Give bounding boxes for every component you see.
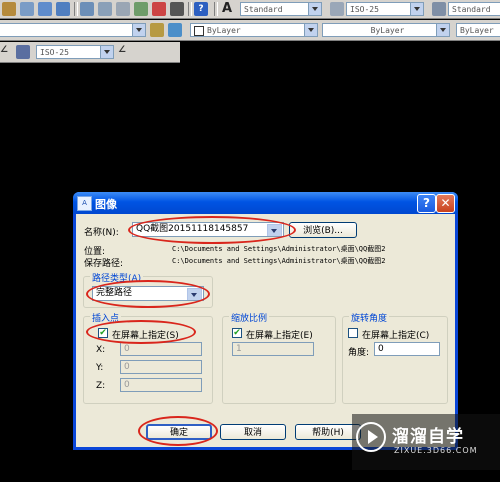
table-style-icon bbox=[432, 2, 446, 16]
scale-specify-label: 在屏幕上指定(E) bbox=[246, 331, 313, 341]
rotation-title: 旋转角度 bbox=[349, 311, 390, 324]
insertion-point-title: 插入点 bbox=[90, 311, 122, 324]
table-style-select[interactable]: Standard bbox=[448, 2, 500, 16]
path-type-title: 路径类型(A) bbox=[90, 271, 144, 284]
make-layer-current-icon[interactable] bbox=[150, 23, 164, 37]
x-label: X: bbox=[96, 345, 106, 355]
z-label: Z: bbox=[96, 381, 106, 391]
toolbar-separator bbox=[74, 2, 78, 16]
text-style-value: Standard bbox=[244, 5, 283, 14]
lineweight-value: ByLayer bbox=[460, 26, 494, 35]
linetype-select[interactable]: ByLayer bbox=[322, 23, 450, 37]
layer-previous-icon[interactable] bbox=[168, 23, 182, 37]
scale-specify-checkbox[interactable]: ✔ bbox=[232, 328, 242, 338]
cancel-button[interactable]: 取消 bbox=[220, 424, 286, 440]
watermark-name: 溜溜自学 bbox=[392, 427, 464, 447]
color-swatch bbox=[194, 25, 204, 36]
z-input[interactable]: 0 bbox=[120, 378, 202, 392]
zoom-window-icon[interactable] bbox=[38, 2, 52, 16]
name-value: QQ截图20151118145857 bbox=[136, 224, 249, 234]
angle-input[interactable]: 0 bbox=[374, 342, 440, 356]
scale-title: 缩放比例 bbox=[229, 311, 270, 324]
table-style-value: Standard bbox=[452, 5, 491, 14]
zoom-realtime-icon[interactable] bbox=[20, 2, 34, 16]
toolbar-separator bbox=[214, 2, 218, 16]
name-select[interactable]: QQ截图20151118145857 bbox=[132, 222, 284, 237]
title-close-button[interactable]: ✕ bbox=[436, 194, 455, 213]
image-dialog: A 图像 ? ✕ 名称(N): QQ截图20151118145857 浏览(B)… bbox=[73, 192, 458, 450]
saved-path-value: C:\Documents and Settings\Administrator\… bbox=[172, 257, 386, 265]
dimension-toolbar: ∠ ISO-25 ∠ bbox=[0, 42, 180, 63]
help-icon[interactable]: ? bbox=[194, 2, 208, 16]
x-input[interactable]: 0 bbox=[120, 342, 202, 356]
location-value: C:\Documents and Settings\Administrator\… bbox=[172, 245, 386, 253]
play-logo-icon bbox=[356, 422, 386, 452]
dim-style-value: ISO-25 bbox=[350, 5, 379, 14]
dim-style-icon bbox=[330, 2, 344, 16]
toolbar-separator bbox=[188, 2, 192, 16]
calculator-icon[interactable] bbox=[170, 2, 184, 16]
title-help-button[interactable]: ? bbox=[417, 194, 436, 213]
site-watermark: 溜溜自学 ZIXUE.3D66.COM bbox=[352, 414, 500, 470]
y-label: Y: bbox=[96, 363, 104, 373]
dim-style-manager-icon[interactable]: ∠ bbox=[118, 45, 132, 59]
rotation-specify-checkbox[interactable] bbox=[348, 328, 358, 338]
saved-path-label: 保存路径: bbox=[84, 259, 124, 269]
path-type-select[interactable]: 完整路径 bbox=[92, 286, 204, 301]
rotation-specify-label: 在屏幕上指定(C) bbox=[362, 331, 430, 341]
text-style-icon: A bbox=[222, 1, 233, 16]
browse-button[interactable]: 浏览(B)... bbox=[289, 222, 357, 238]
linetype-value: ByLayer bbox=[370, 26, 405, 35]
color-value: ByLayer bbox=[207, 26, 241, 35]
insertion-specify-label: 在屏幕上指定(S) bbox=[112, 331, 179, 341]
autocad-app-icon: A bbox=[77, 196, 92, 211]
ok-button[interactable]: 确定 bbox=[146, 424, 212, 440]
dim-style-select-2[interactable]: ISO-25 bbox=[36, 45, 114, 59]
markup-icon[interactable] bbox=[152, 2, 166, 16]
sheet-set-icon[interactable] bbox=[134, 2, 148, 16]
dim-style-select[interactable]: ISO-25 bbox=[346, 2, 424, 16]
match-properties-icon[interactable] bbox=[2, 2, 16, 16]
insertion-specify-checkbox[interactable]: ✔ bbox=[98, 328, 108, 338]
tool-palettes-icon[interactable] bbox=[116, 2, 130, 16]
lineweight-select[interactable]: ByLayer bbox=[456, 23, 500, 37]
dimension-icon[interactable]: ∠ bbox=[0, 45, 14, 59]
design-center-icon[interactable] bbox=[98, 2, 112, 16]
name-label: 名称(N): bbox=[84, 228, 119, 238]
dialog-titlebar[interactable]: A 图像 ? ✕ bbox=[73, 192, 458, 214]
angle-label: 角度: bbox=[348, 348, 370, 358]
y-input[interactable]: 0 bbox=[120, 360, 202, 374]
dim-style-value-2: ISO-25 bbox=[40, 48, 69, 57]
properties-icon[interactable] bbox=[80, 2, 94, 16]
watermark-url: ZIXUE.3D66.COM bbox=[394, 446, 478, 455]
scale-input[interactable]: 1 bbox=[232, 342, 314, 356]
zoom-previous-icon[interactable] bbox=[56, 2, 70, 16]
color-select[interactable]: ByLayer bbox=[190, 23, 318, 37]
text-style-select[interactable]: Standard bbox=[240, 2, 322, 16]
path-type-value: 完整路径 bbox=[96, 288, 133, 298]
dialog-title: 图像 bbox=[95, 198, 117, 211]
standard-toolbar: ? A Standard ISO-25 Standard bbox=[0, 0, 500, 19]
dim-update-icon[interactable] bbox=[16, 45, 30, 59]
layer-select[interactable] bbox=[0, 23, 146, 37]
properties-toolbar: ByLayer ByLayer ByLayer bbox=[0, 20, 500, 41]
